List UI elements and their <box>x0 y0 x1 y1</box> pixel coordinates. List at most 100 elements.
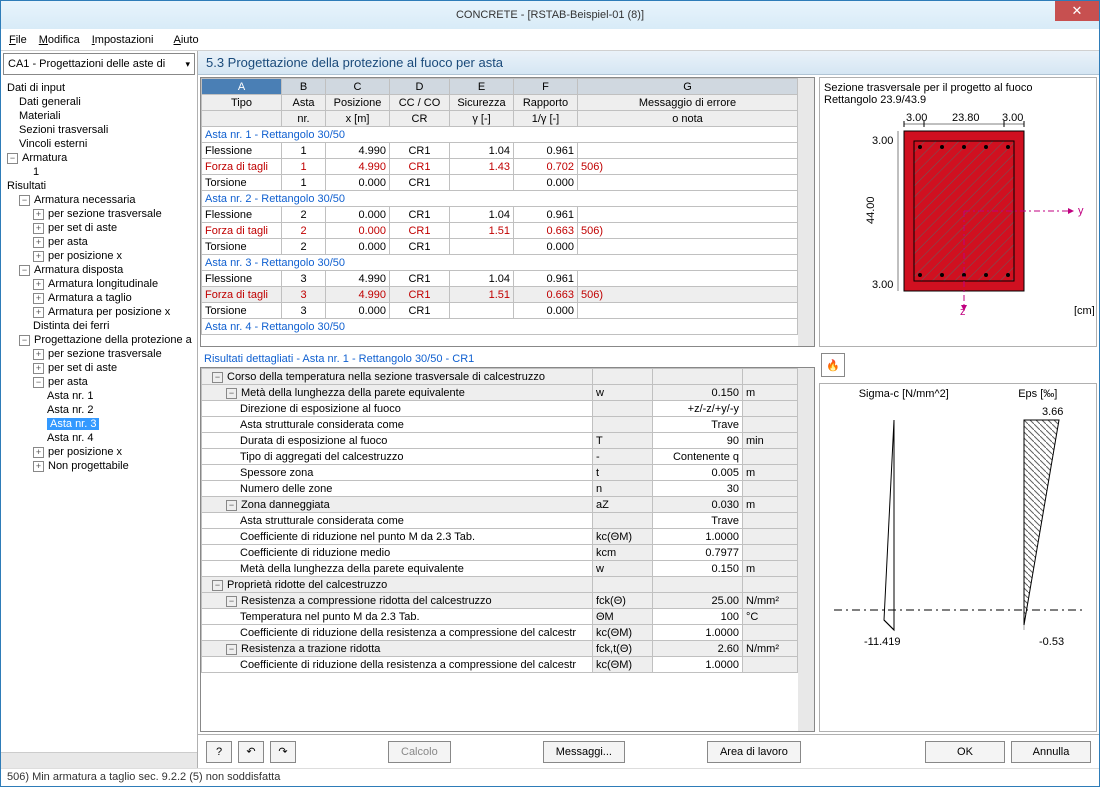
grid-cell[interactable]: 3 <box>282 303 326 319</box>
grid-cell[interactable]: CR1 <box>390 271 450 287</box>
tree-scrollbar-h[interactable] <box>1 752 197 768</box>
next-button[interactable]: ↷ <box>270 741 296 763</box>
tree-item[interactable]: +Armatura a taglio <box>3 291 195 305</box>
tree-item[interactable]: Sezioni trasversali <box>3 123 195 137</box>
help-button[interactable]: ? <box>206 741 232 763</box>
grid-cell[interactable]: 1 <box>282 159 326 175</box>
workspace-button[interactable]: Area di lavoro <box>707 741 801 763</box>
tree-input[interactable]: Dati di input <box>3 81 195 95</box>
detail-label[interactable]: Spessore zona <box>202 465 593 481</box>
tree-item[interactable]: +per set di aste <box>3 361 195 375</box>
menu-help[interactable]: Aiuto <box>173 34 198 46</box>
close-button[interactable]: ✕ <box>1055 1 1099 21</box>
tree-asta2[interactable]: Asta nr. 2 <box>3 403 195 417</box>
detail-label[interactable]: Coefficiente di riduzione medio <box>202 545 593 561</box>
tree-armatura[interactable]: −Armatura <box>3 151 195 165</box>
detail-label[interactable]: Coefficiente di riduzione della resisten… <box>202 657 593 673</box>
grid-cell[interactable]: 0.000 <box>326 207 390 223</box>
grid-cell[interactable]: 0.000 <box>514 239 578 255</box>
grid-cell[interactable]: 1.51 <box>450 223 514 239</box>
tree-item[interactable]: Vincoli esterni <box>3 137 195 151</box>
grid-cell[interactable] <box>578 271 798 287</box>
detail-label[interactable]: −Resistenza a compressione ridotta del c… <box>202 593 593 609</box>
grid-cell[interactable]: 0.663 <box>514 223 578 239</box>
tree-asta4[interactable]: Asta nr. 4 <box>3 431 195 445</box>
tree-item[interactable]: +Armatura longitudinale <box>3 277 195 291</box>
grid-cell[interactable]: CR1 <box>390 239 450 255</box>
grid-cell[interactable]: 1.04 <box>450 143 514 159</box>
grid-cell[interactable]: CR1 <box>390 223 450 239</box>
grid-cell[interactable]: 0.000 <box>326 223 390 239</box>
grid-cell[interactable]: 0.000 <box>326 239 390 255</box>
tree-per-asta[interactable]: −per asta <box>3 375 195 389</box>
grid-cell[interactable]: 1.43 <box>450 159 514 175</box>
detail-label[interactable]: Coefficiente di riduzione nel punto M da… <box>202 529 593 545</box>
tree-item[interactable]: +per posizione x <box>3 249 195 263</box>
grid-cell[interactable]: Torsione <box>202 175 282 191</box>
grid-cell[interactable]: 1.04 <box>450 271 514 287</box>
grid-cell[interactable]: Torsione <box>202 239 282 255</box>
grid-cell[interactable]: 0.663 <box>514 287 578 303</box>
tree-expand-icon[interactable]: + <box>33 279 44 290</box>
grid-cell[interactable]: 0.000 <box>326 303 390 319</box>
tree-expand-icon[interactable]: + <box>33 237 44 248</box>
tree-item[interactable]: +Armatura per posizione x <box>3 305 195 319</box>
grid-cell[interactable]: Torsione <box>202 303 282 319</box>
tree-item[interactable]: Distinta dei ferri <box>3 319 195 333</box>
detail-label[interactable]: Metà della lunghezza della parete equiva… <box>202 561 593 577</box>
menu-edit[interactable]: Modifica <box>39 34 80 46</box>
detail-label[interactable]: Asta strutturale considerata come <box>202 513 593 529</box>
grid-cell[interactable]: Flessione <box>202 271 282 287</box>
grid-cell[interactable]: 506) <box>578 223 798 239</box>
tree-arm-disposta[interactable]: −Armatura disposta <box>3 263 195 277</box>
tree-collapse-icon[interactable]: − <box>19 265 30 276</box>
tree-expand-icon[interactable]: + <box>33 209 44 220</box>
grid-cell[interactable] <box>578 175 798 191</box>
grid-cell[interactable]: Forza di tagli <box>202 223 282 239</box>
navigator-tree[interactable]: Dati di input Dati generali Materiali Se… <box>1 77 197 752</box>
calc-button[interactable]: Calcolo <box>388 741 451 763</box>
grid-cell[interactable]: 0.702 <box>514 159 578 175</box>
grid-cell[interactable] <box>578 207 798 223</box>
tree-item[interactable]: +per posizione x <box>3 445 195 459</box>
grid-cell[interactable]: 0.961 <box>514 207 578 223</box>
group-header[interactable]: Asta nr. 4 - Rettangolo 30/50 <box>202 319 798 335</box>
tree-expand-icon[interactable]: + <box>33 223 44 234</box>
grid-cell[interactable]: 1.51 <box>450 287 514 303</box>
grid-cell[interactable] <box>450 239 514 255</box>
detail-label[interactable]: −Proprietà ridotte del calcestruzzo <box>202 577 593 593</box>
tree-fire-design[interactable]: −Progettazione della protezione a <box>3 333 195 347</box>
grid-cell[interactable]: 4.990 <box>326 271 390 287</box>
tree-expand-icon[interactable]: + <box>33 251 44 262</box>
grid-scrollbar-v[interactable] <box>798 78 814 346</box>
detail-label[interactable]: Temperatura nel punto M da 2.3 Tab. <box>202 609 593 625</box>
grid-cell[interactable]: 506) <box>578 159 798 175</box>
menu-settings[interactable]: Impostazioni <box>92 34 154 46</box>
grid-cell[interactable] <box>450 303 514 319</box>
tree-expand-icon[interactable]: + <box>33 363 44 374</box>
grid-cell[interactable]: Flessione <box>202 143 282 159</box>
detail-label[interactable]: Coefficiente di riduzione della resisten… <box>202 625 593 641</box>
tree-expand-icon[interactable]: + <box>33 447 44 458</box>
tree-collapse-icon[interactable]: − <box>33 377 44 388</box>
grid-cell[interactable]: CR1 <box>390 159 450 175</box>
grid-cell[interactable] <box>578 143 798 159</box>
grid-cell[interactable]: 3 <box>282 271 326 287</box>
grid-cell[interactable]: 0.000 <box>514 175 578 191</box>
tree-item[interactable]: +per set di aste <box>3 221 195 235</box>
grid-cell[interactable]: 4.990 <box>326 143 390 159</box>
grid-cell[interactable]: 2 <box>282 239 326 255</box>
results-grid[interactable]: AB CD EF G TipoAstaPosizione CC / COSicu… <box>200 77 815 347</box>
ok-button[interactable]: OK <box>925 741 1005 763</box>
tree-risultati[interactable]: Risultati <box>3 179 195 193</box>
fire-toggle-button[interactable]: 🔥 <box>821 353 845 377</box>
tree-asta1[interactable]: Asta nr. 1 <box>3 389 195 403</box>
detail-label[interactable]: −Metà della lunghezza della parete equiv… <box>202 385 593 401</box>
tree-expand-icon[interactable]: + <box>33 307 44 318</box>
prev-button[interactable]: ↶ <box>238 741 264 763</box>
grid-cell[interactable]: 0.961 <box>514 143 578 159</box>
tree-arm-necessaria[interactable]: −Armatura necessaria <box>3 193 195 207</box>
grid-cell[interactable] <box>578 239 798 255</box>
grid-cell[interactable]: 2 <box>282 223 326 239</box>
grid-cell[interactable]: CR1 <box>390 207 450 223</box>
